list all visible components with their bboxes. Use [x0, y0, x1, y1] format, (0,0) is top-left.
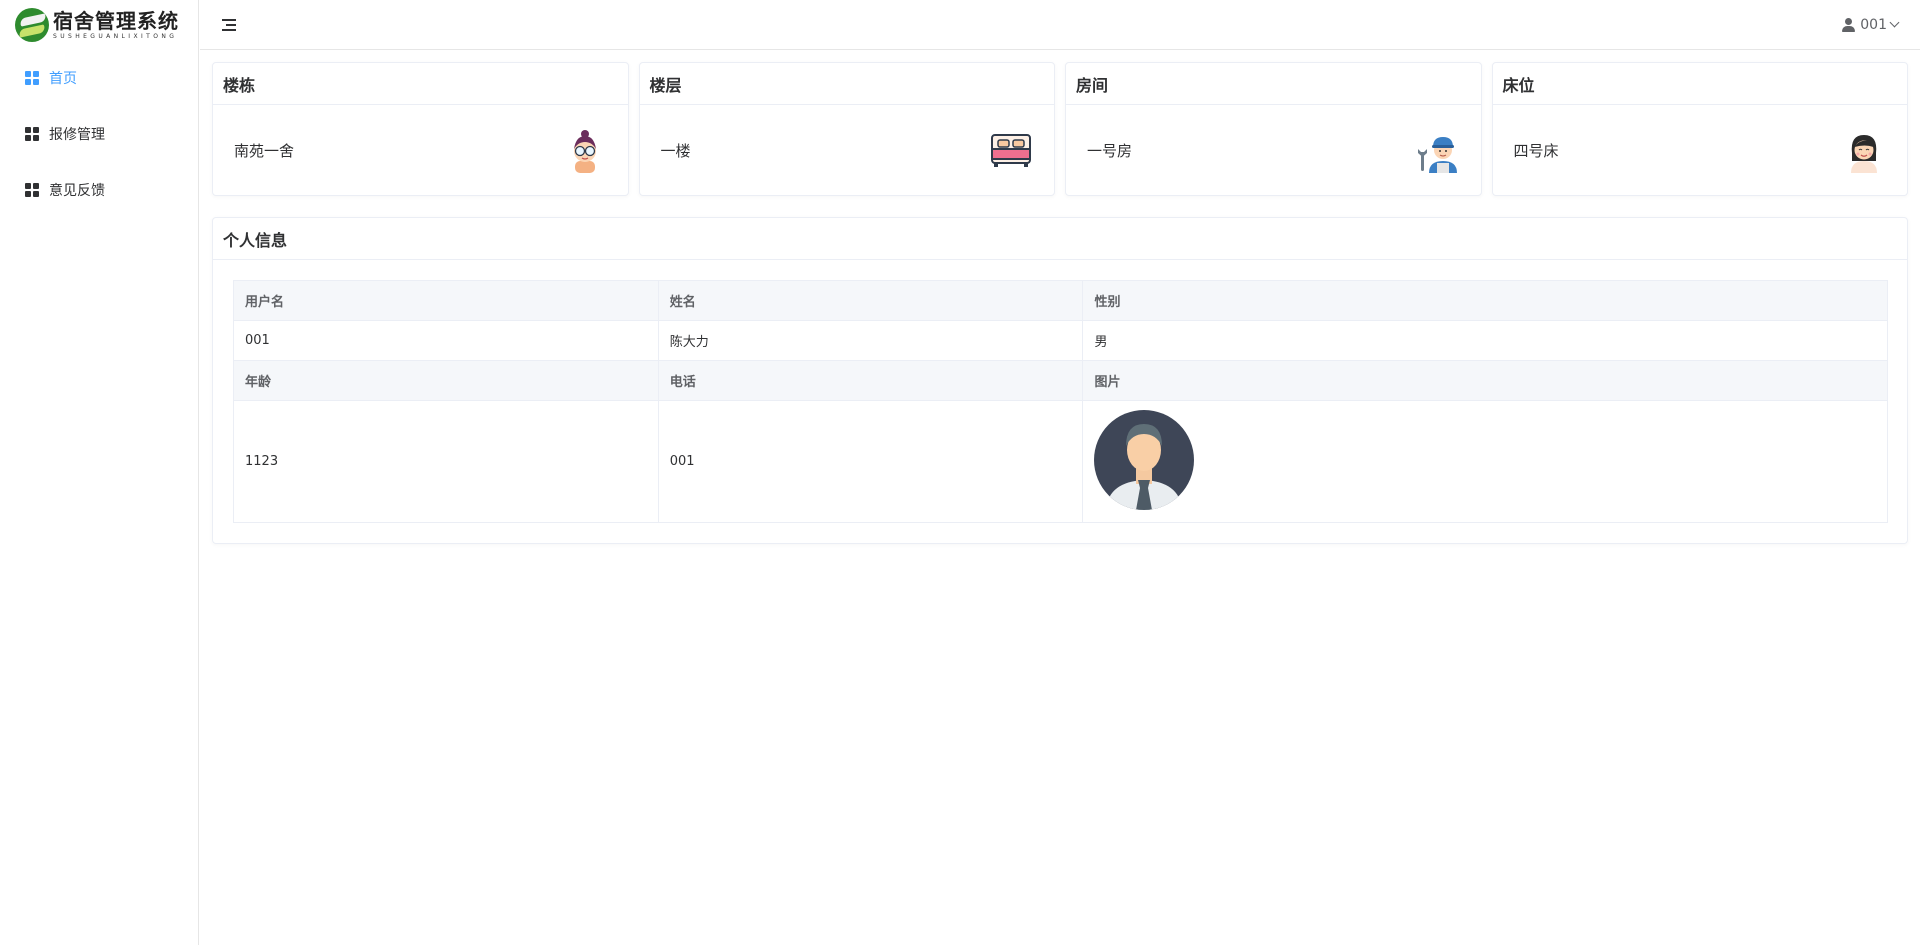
card-value: 一楼: [660, 141, 691, 160]
personal-info-table: 用户名 姓名 性别 001 陈大力 男 年龄 电话 图片 1123 001: [233, 280, 1888, 523]
app-logo[interactable]: 宿舍管理系统 SUSHEGUANLIXITONG: [0, 0, 198, 50]
sidebar-item-feedback[interactable]: 意见反馈: [0, 162, 198, 218]
sidebar: 宿舍管理系统 SUSHEGUANLIXITONG 首页 报修管理 意见反馈: [0, 0, 199, 945]
card-building: 楼栋 南苑一舍: [212, 62, 629, 196]
man-avatar-icon: [1094, 409, 1195, 510]
sidebar-item-home[interactable]: 首页: [0, 50, 198, 106]
value-phone: 001: [657, 400, 1084, 523]
main-content: 楼栋 南苑一舍 楼层 一楼 房间 一号房 床位 四号床 个人信息 用户名 姓名 …: [212, 62, 1908, 544]
card-value: 南苑一舍: [234, 141, 295, 160]
value-username: 001: [233, 320, 659, 361]
summary-cards: 楼栋 南苑一舍 楼层 一楼 房间 一号房 床位 四号床: [212, 62, 1908, 196]
grid-icon: [25, 183, 39, 197]
value-gender: 男: [1082, 320, 1888, 361]
label-gender: 性别: [1082, 280, 1888, 321]
grid-icon: [25, 71, 39, 85]
table-row: 年龄 电话 图片: [233, 360, 1888, 401]
logo-leaf-icon: [15, 8, 49, 42]
sidebar-item-label: 意见反馈: [49, 183, 105, 199]
table-row: 1123 001: [233, 400, 1888, 523]
chevron-down-icon: [1889, 17, 1900, 28]
sidebar-item-label: 首页: [49, 71, 77, 87]
label-name: 姓名: [657, 280, 1084, 321]
label-phone: 电话: [657, 360, 1084, 401]
card-title: 楼栋: [213, 63, 628, 105]
value-photo: [1082, 400, 1888, 523]
bed-icon: [991, 134, 1031, 167]
grid-icon: [25, 127, 39, 141]
label-photo: 图片: [1082, 360, 1888, 401]
card-title: 楼层: [639, 63, 1054, 105]
top-header: 001: [200, 0, 1920, 50]
table-row: 001 陈大力 男: [233, 320, 1888, 361]
repairman-avatar-icon: [1417, 137, 1457, 173]
card-floor: 楼层 一楼: [638, 62, 1055, 196]
girl-glasses-avatar-icon: [573, 130, 596, 173]
card-room: 房间 一号房: [1065, 62, 1482, 196]
sidebar-item-label: 报修管理: [49, 127, 105, 143]
value-age: 1123: [233, 400, 659, 523]
sidebar-item-repair[interactable]: 报修管理: [0, 106, 198, 162]
label-username: 用户名: [233, 280, 659, 321]
user-dropdown[interactable]: 001: [1842, 16, 1900, 33]
card-value: 四号床: [1513, 141, 1559, 160]
panel-title: 个人信息: [213, 218, 1907, 260]
card-bed: 床位 四号床: [1491, 62, 1908, 196]
label-age: 年龄: [233, 360, 659, 401]
app-title: 宿舍管理系统: [53, 8, 179, 33]
woman-avatar-icon: [1851, 135, 1877, 173]
user-icon: [1842, 17, 1856, 32]
username-label: 001: [1860, 16, 1887, 33]
card-value: 一号房: [1087, 141, 1133, 160]
sidebar-menu: 首页 报修管理 意见反馈: [0, 50, 198, 218]
card-title: 房间: [1066, 63, 1481, 105]
menu-toggle-icon[interactable]: [222, 18, 236, 31]
app-subtitle: SUSHEGUANLIXITONG: [53, 32, 178, 40]
table-row: 用户名 姓名 性别: [233, 280, 1888, 321]
card-title: 床位: [1492, 63, 1907, 105]
personal-info-panel: 个人信息 用户名 姓名 性别 001 陈大力 男 年龄 电话 图片 1123 0…: [212, 217, 1908, 544]
value-name: 陈大力: [657, 320, 1084, 361]
